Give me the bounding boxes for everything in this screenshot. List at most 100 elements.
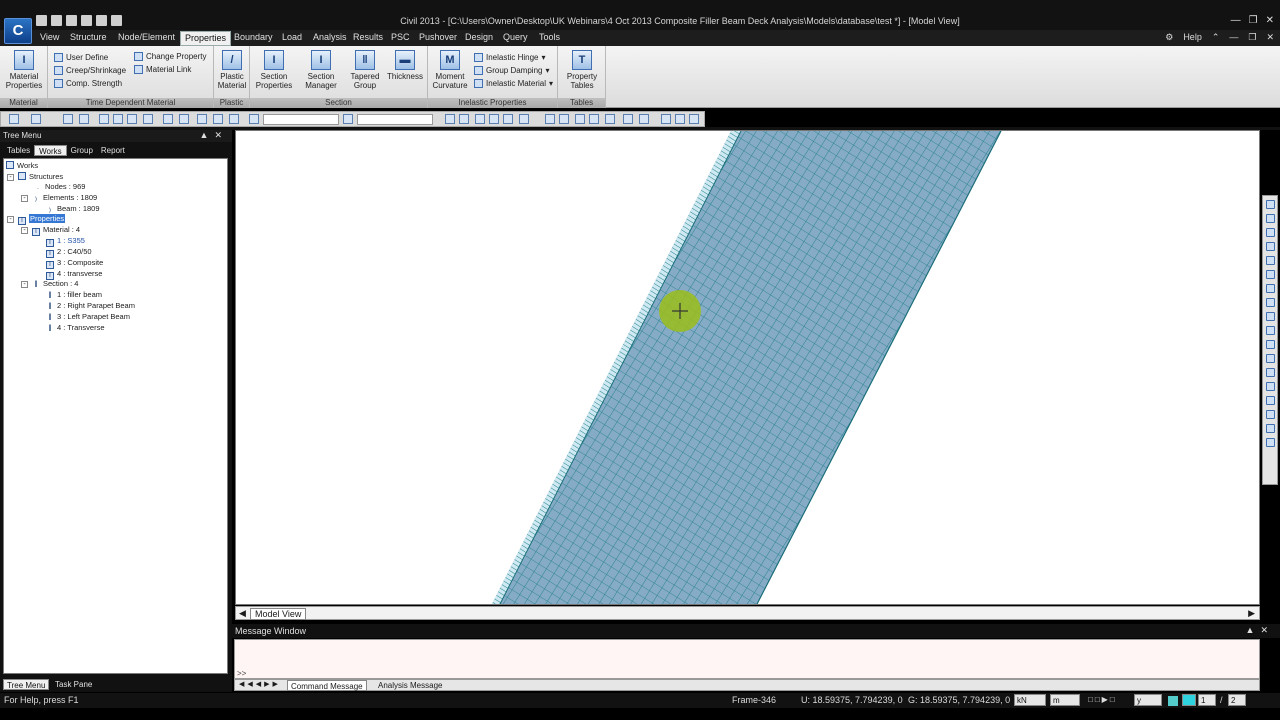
save-as-icon[interactable] [81,15,92,26]
expand-structures-icon[interactable]: - [7,174,14,181]
deck-mesh-model[interactable] [236,131,1260,605]
color-swatch[interactable] [1168,696,1178,706]
help-menu[interactable]: Help [1183,32,1202,43]
expand-section-icon[interactable]: - [21,281,28,288]
menu-boundary[interactable]: Boundary [234,32,273,42]
select-polygon-icon[interactable] [113,114,123,124]
tab-analysis-message[interactable]: Analysis Message [375,680,445,691]
command-prompt[interactable]: >> [237,669,246,678]
dynamic-view-icon[interactable] [1265,298,1275,307]
zoom-all-icon[interactable] [1265,256,1275,265]
force-unit-select[interactable]: kN [1014,694,1046,706]
window-controls[interactable]: — ❐ ✕ [1231,15,1274,26]
doc-close-icon[interactable]: ✕ [1266,32,1274,43]
pointer-icon[interactable] [249,114,259,124]
menu-tools[interactable]: Tools [539,32,560,42]
message-window-controls[interactable]: ▲✕ [1246,625,1274,636]
section-manager-button[interactable]: I Section Manager [300,50,342,90]
zoom-in-icon[interactable] [1265,228,1275,237]
shrink-icon[interactable] [689,114,699,124]
element-number-icon[interactable] [639,114,649,124]
hidden-line-icon[interactable] [1265,312,1275,321]
length-unit-select[interactable]: m [1050,694,1080,706]
message-close-icon[interactable]: ✕ [1260,625,1274,635]
message-pin-icon[interactable]: ▲ [1246,625,1261,635]
tab-scroll-left-icon[interactable]: ◀ [239,608,246,619]
tree-material[interactable]: I Material : 4 [32,225,80,236]
redo-icon[interactable] [31,114,41,124]
ribbon-minimize-icon[interactable]: ⌃ [1212,32,1220,43]
tab-scroll-right-icon[interactable]: ▶ [1248,608,1255,619]
tapered-group-button[interactable]: ‖ Tapered Group [347,50,383,90]
axis-select[interactable]: y [1134,694,1162,706]
inelastic-material-button[interactable]: Inelastic Material ▾ [474,79,553,88]
lock-icon[interactable] [675,114,685,124]
expand-elements-icon[interactable]: - [21,195,28,202]
pan-icon[interactable] [1265,270,1275,279]
menu-analysis[interactable]: Analysis [313,32,347,42]
display-5-icon[interactable] [605,114,615,124]
view-pan-icon[interactable] [459,114,469,124]
tree-menu-controls[interactable]: ▲✕ [200,130,228,141]
select-window-icon[interactable] [99,114,109,124]
shade-icon[interactable] [1265,340,1275,349]
display-2-icon[interactable] [559,114,569,124]
menu-structure[interactable]: Structure [70,32,107,42]
message-window-body[interactable]: >> [234,639,1260,679]
top-view-icon[interactable] [1265,382,1275,391]
tab-report[interactable]: Report [97,145,129,156]
hidden-icon[interactable] [661,114,671,124]
view-zoom-icon[interactable] [445,114,455,124]
tree-section-3[interactable]: I3 : Left Parapet Beam [46,312,130,322]
view-front-icon[interactable] [489,114,499,124]
node-number-icon[interactable] [623,114,633,124]
tree-section-1[interactable]: I1 : filler beam [46,290,102,300]
tab-command-message[interactable]: Command Message [287,680,367,691]
print-icon[interactable] [96,15,107,26]
side-view-icon[interactable] [1265,410,1275,419]
pin-icon[interactable]: ▲ [200,130,215,140]
perspective-icon[interactable] [1265,354,1275,363]
material-link-button[interactable]: Material Link [134,65,191,74]
render-icon[interactable] [1265,326,1275,335]
tab-model-view[interactable]: Model View [250,608,307,620]
material-properties-button[interactable]: I Material Properties [4,50,44,90]
open-file-icon[interactable] [51,15,62,26]
page-current[interactable]: 1 [1198,694,1216,706]
message-nav-arrows-icon[interactable]: ◀◀◀▶▶ [239,680,281,688]
zoom-fit-icon[interactable] [1265,200,1275,209]
display-4-icon[interactable] [589,114,599,124]
new-file-icon[interactable] [36,15,47,26]
selection-combo[interactable] [263,114,339,125]
change-property-button[interactable]: Change Property [134,52,206,61]
select-plane-icon[interactable] [143,114,153,124]
tree-structures[interactable]: Structures [18,172,63,182]
tree-material-2[interactable]: I2 : C40/50 [46,247,92,258]
tree-material-4[interactable]: I4 : transverse [46,269,102,280]
display-icon[interactable] [1265,424,1275,433]
doc-minimize-icon[interactable]: — [1229,32,1238,43]
user-define-button[interactable]: User Define [54,53,108,62]
creep-shrinkage-button[interactable]: Creep/Shrinkage [54,66,126,75]
model-view-canvas[interactable] [235,130,1260,605]
settings-gear-icon[interactable]: ⚙ [1165,32,1173,43]
view-iso-icon[interactable] [519,114,529,124]
menu-properties[interactable]: Properties [180,31,232,46]
tab-tables[interactable]: Tables [3,145,34,156]
tool-1-icon[interactable] [63,114,73,124]
inelastic-hinge-button[interactable]: Inelastic Hinge ▾ [474,53,546,62]
select-intersect-icon[interactable] [127,114,137,124]
comp-strength-button[interactable]: Comp. Strength [54,79,122,88]
status-nav-icons[interactable]: □□▶□ [1088,695,1117,704]
undo-icon[interactable] [9,114,19,124]
iso-view-icon[interactable] [1265,368,1275,377]
group-damping-button[interactable]: Group Damping ▾ [474,66,550,75]
tree-material-3[interactable]: I3 : Composite [46,258,103,269]
quick-access-toolbar[interactable] [36,15,122,29]
rotate-icon[interactable] [1265,284,1275,293]
moment-curvature-button[interactable]: M Moment Curvature [430,50,470,90]
active-all-icon[interactable] [229,114,239,124]
view-rotate-icon[interactable] [475,114,485,124]
tab-works[interactable]: Works [34,145,67,156]
tree-nodes[interactable]: · Nodes : 969 [34,182,85,192]
